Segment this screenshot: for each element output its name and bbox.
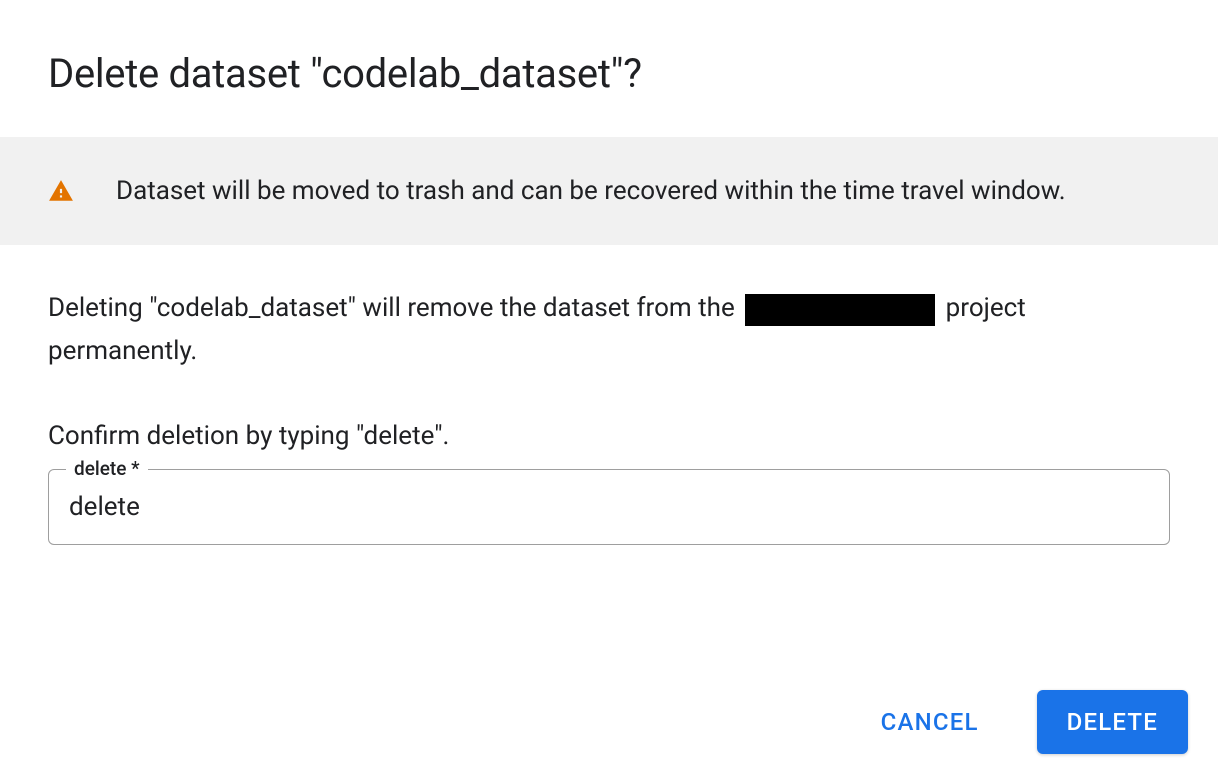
delete-confirm-input[interactable] bbox=[48, 469, 1170, 545]
delete-dataset-dialog: Delete dataset "codelab_dataset"? Datase… bbox=[0, 0, 1218, 784]
warning-icon bbox=[48, 178, 74, 204]
cancel-button[interactable]: CANCEL bbox=[863, 694, 997, 750]
banner-text: Dataset will be moved to trash and can b… bbox=[116, 173, 1066, 209]
input-label: delete * bbox=[66, 457, 148, 480]
description-text: Deleting "codelab_dataset" will remove t… bbox=[48, 287, 1170, 373]
input-wrapper: delete * bbox=[48, 469, 1170, 545]
dialog-actions: CANCEL DELETE bbox=[0, 690, 1218, 784]
dialog-body: Deleting "codelab_dataset" will remove t… bbox=[0, 245, 1218, 545]
redacted-project-name bbox=[745, 294, 935, 326]
description-prefix: Deleting "codelab_dataset" will remove t… bbox=[48, 293, 741, 323]
confirm-instruction: Confirm deletion by typing "delete". bbox=[48, 421, 1170, 451]
info-banner: Dataset will be moved to trash and can b… bbox=[0, 137, 1218, 245]
dialog-title: Delete dataset "codelab_dataset"? bbox=[0, 0, 1218, 137]
delete-button[interactable]: DELETE bbox=[1037, 690, 1188, 754]
